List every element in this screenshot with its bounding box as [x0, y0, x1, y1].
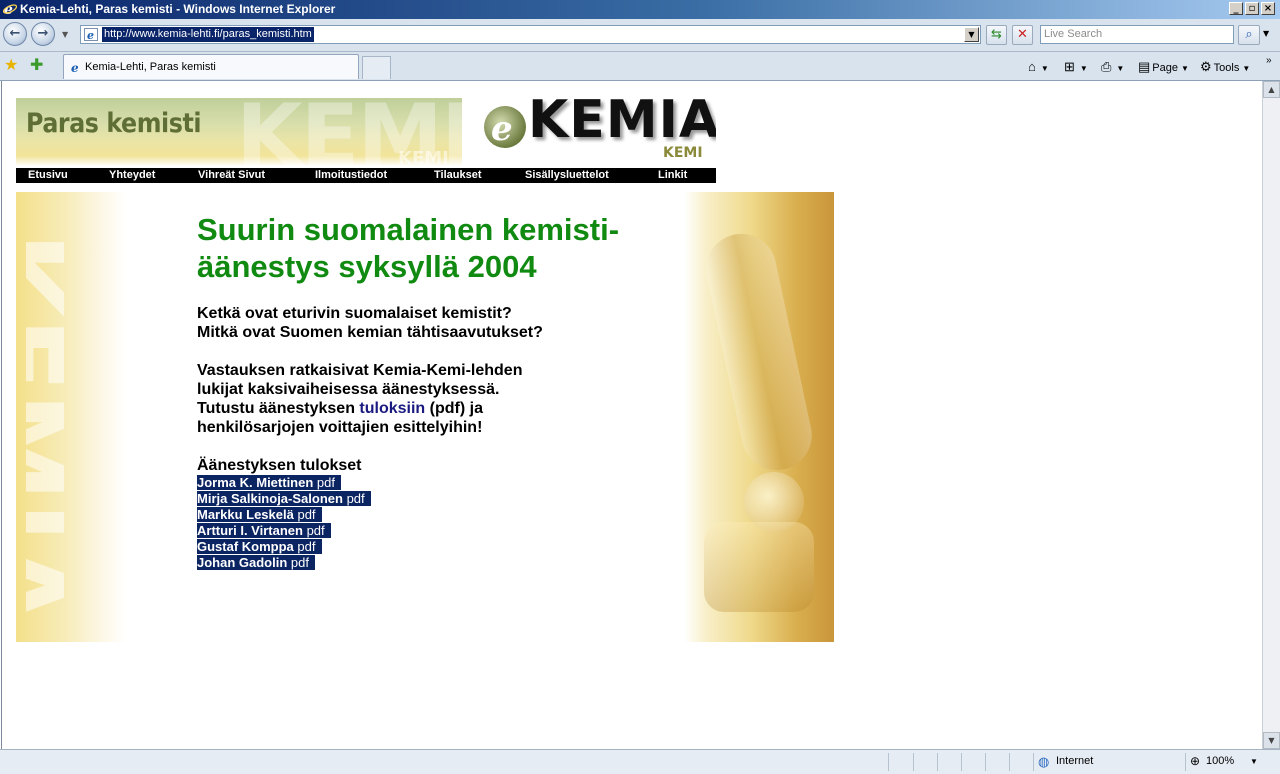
results-heading: Äänestyksen tulokset	[197, 457, 362, 474]
svg-text:e: e	[491, 109, 513, 149]
page-headline: Suurin suomalainen kemisti- äänestys syk…	[197, 212, 620, 284]
result-item[interactable]: Gustaf Komppa pdf	[197, 539, 371, 555]
microscope-image	[684, 192, 834, 642]
page-icon: ▤	[1138, 59, 1151, 74]
close-window-button[interactable]: ×	[1261, 2, 1275, 15]
ie-logo-icon: e	[3, 2, 17, 16]
maximize-button[interactable]: ▫	[1245, 2, 1259, 15]
nav-sisallysluettelot[interactable]: Sisällysluettelot	[525, 168, 609, 183]
overflow-icon[interactable]: »	[1266, 55, 1272, 66]
result-item[interactable]: Markku Leskelä pdf	[197, 507, 371, 523]
forward-button[interactable]: →	[31, 22, 55, 46]
result-item[interactable]: Jorma K. Miettinen pdf	[197, 475, 371, 491]
vertical-scrollbar[interactable]: ▲ ▼	[1262, 81, 1280, 749]
nav-linkit[interactable]: Linkit	[658, 168, 687, 183]
kemia-logo-text: KEMIA	[528, 98, 716, 150]
search-icon[interactable]: ⌕	[1238, 25, 1260, 45]
result-item[interactable]: Johan Gadolin pdf	[197, 555, 371, 571]
results-list: Jorma K. Miettinen pdf Mirja Salkinoja-S…	[197, 475, 371, 571]
status-bar: ◍ Internet ⊕ 100% ▼	[0, 749, 1280, 774]
new-tab-button[interactable]	[362, 56, 391, 79]
main-content-area: KEMIA Suurin suomalainen kemisti- äänest…	[16, 192, 834, 642]
search-options-icon[interactable]: ▼	[1263, 29, 1269, 38]
nav-vihreat-sivut[interactable]: Vihreät Sivut	[198, 168, 265, 183]
nav-ilmoitustiedot[interactable]: Ilmoitustiedot	[315, 168, 387, 183]
banner-title: Paras kemisti	[26, 108, 202, 139]
pdf-link[interactable]: pdf	[297, 539, 315, 554]
result-item[interactable]: Artturi I. Virtanen pdf	[197, 523, 371, 539]
address-toolbar: ← → ▼ e http://www.kemia-lehti.fi/paras_…	[0, 19, 1280, 52]
rss-icon: ⊞	[1064, 59, 1075, 74]
refresh-icon[interactable]: ⇆	[986, 25, 1007, 45]
add-favorite-icon[interactable]: ✚	[30, 56, 43, 74]
intro-questions: Ketkä ovat eturivin suomalaiset kemistit…	[197, 305, 543, 341]
scroll-down-icon[interactable]: ▼	[1263, 732, 1280, 749]
kemi-logo-text: KEMI	[663, 145, 703, 161]
zoom-level: 100%	[1206, 755, 1235, 767]
site-nav: Etusivu Yhteydet Vihreät Sivut Ilmoitust…	[16, 168, 716, 183]
globe-icon: ◍	[1038, 754, 1050, 769]
tools-menu[interactable]: ⚙ Tools ▼	[1200, 59, 1250, 75]
tab-toolbar: ★ ✚ e Kemia-Lehti, Paras kemisti ⌂ ▼ ⊞ ▼ ⎙…	[0, 52, 1280, 81]
gear-icon: ⚙	[1200, 59, 1212, 74]
history-dropdown-icon[interactable]: ▼	[62, 30, 68, 39]
tab-kemia[interactable]: e Kemia-Lehti, Paras kemisti	[63, 54, 359, 79]
address-bar[interactable]: e http://www.kemia-lehti.fi/paras_kemist…	[80, 25, 981, 44]
pdf-link[interactable]: pdf	[347, 491, 365, 506]
svg-text:e: e	[4, 2, 13, 16]
page-menu[interactable]: ▤ Page ▼	[1138, 59, 1189, 75]
print-button[interactable]: ⎙ ▼	[1101, 59, 1124, 75]
nav-etusivu[interactable]: Etusivu	[28, 168, 68, 183]
banner-watermark-small: KEMI	[398, 148, 449, 166]
tab-page-icon: e	[71, 61, 79, 74]
back-button[interactable]: ←	[3, 22, 27, 46]
pdf-link[interactable]: pdf	[297, 507, 315, 522]
left-watermark: KEMIA	[26, 232, 86, 628]
intro-paragraph: Vastauksen ratkaisivat Kemia-Kemi-lehden…	[197, 362, 523, 436]
pdf-link[interactable]: pdf	[307, 523, 325, 538]
nav-tilaukset[interactable]: Tilaukset	[434, 168, 482, 183]
page-icon: e	[84, 28, 98, 41]
svg-text:e: e	[71, 61, 79, 74]
title-bar: e Kemia-Lehti, Paras kemisti - Windows I…	[0, 0, 1280, 19]
favorites-star-icon[interactable]: ★	[4, 56, 18, 74]
pdf-link[interactable]: pdf	[291, 555, 309, 570]
left-decoration: KEMIA	[16, 192, 126, 642]
home-icon: ⌂	[1028, 59, 1036, 74]
page-viewport: KEMIA KEMI Paras kemisti e KEMIA KEMI Et…	[1, 81, 1263, 749]
feeds-button[interactable]: ⊞ ▼	[1064, 59, 1088, 75]
zoom-icon: ⊕	[1190, 754, 1201, 768]
scroll-up-icon[interactable]: ▲	[1263, 81, 1280, 98]
kemia-e-logo-icon: e	[484, 106, 526, 149]
zoom-dropdown-icon[interactable]: ▼	[1250, 757, 1258, 766]
stop-icon[interactable]: ✕	[1012, 25, 1033, 45]
address-url[interactable]: http://www.kemia-lehti.fi/paras_kemisti.…	[102, 27, 314, 42]
site-banner: KEMIA KEMI Paras kemisti e KEMIA KEMI	[16, 98, 716, 166]
results-link[interactable]: tuloksiin	[359, 400, 425, 417]
address-dropdown-icon[interactable]: ▼	[964, 27, 979, 42]
search-input[interactable]: Live Search	[1040, 25, 1234, 44]
window-title: Kemia-Lehti, Paras kemisti - Windows Int…	[20, 2, 336, 16]
home-button[interactable]: ⌂ ▼	[1028, 59, 1049, 74]
security-zone[interactable]: ◍ Internet	[1033, 753, 1185, 771]
zoom-control[interactable]: ⊕ 100% ▼	[1185, 753, 1265, 771]
tab-label: Kemia-Lehti, Paras kemisti	[85, 61, 216, 73]
printer-icon: ⎙	[1101, 59, 1112, 74]
svg-text:e: e	[87, 29, 94, 41]
result-item[interactable]: Mirja Salkinoja-Salonen pdf	[197, 491, 371, 507]
zone-label: Internet	[1056, 755, 1094, 767]
pdf-link[interactable]: pdf	[317, 475, 335, 490]
nav-yhteydet[interactable]: Yhteydet	[109, 168, 155, 183]
minimize-button[interactable]: _	[1229, 2, 1243, 15]
